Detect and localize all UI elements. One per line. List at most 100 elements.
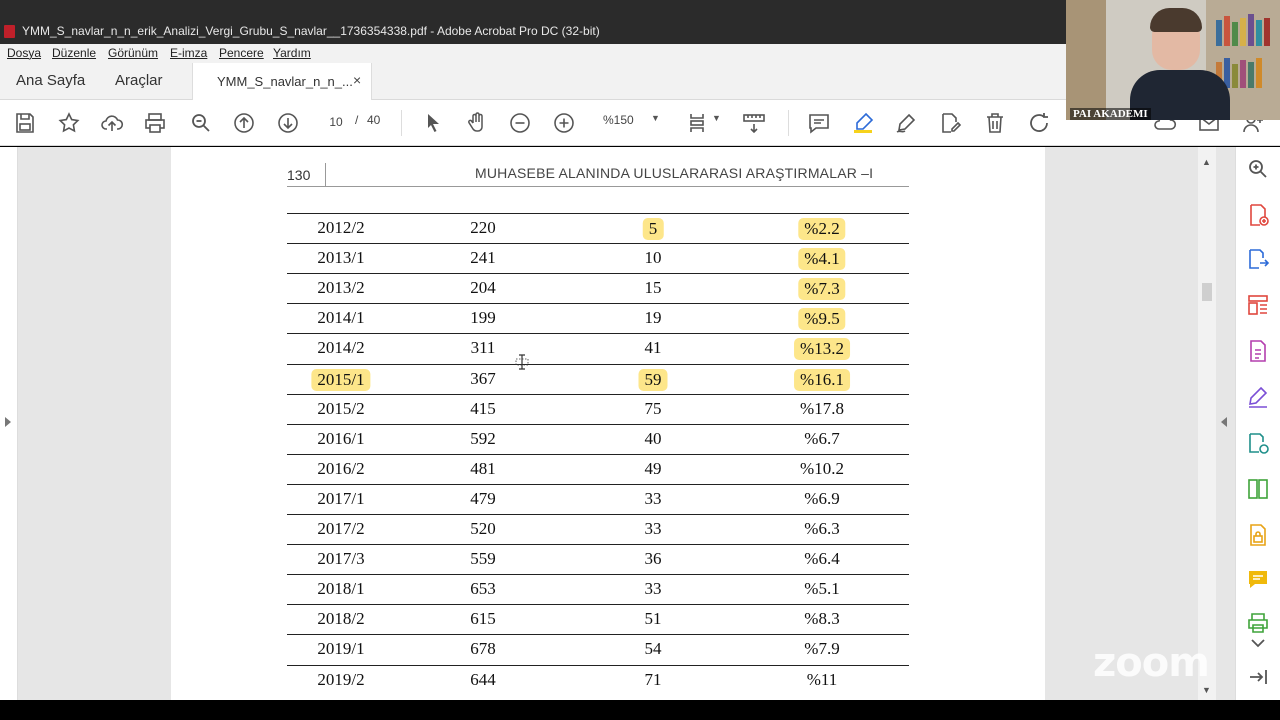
draw-icon[interactable] [893,110,919,136]
comment-tool-icon[interactable] [1246,567,1270,591]
measure-icon[interactable] [741,110,767,136]
table-cell-pct: %4.1 [798,248,846,271]
tab-home[interactable]: Ana Sayfa [16,72,85,89]
table-row: 2018/1 653 33 %5.1 [287,574,909,604]
table-cell-a: 311 [470,338,496,358]
page-up-icon[interactable] [231,110,257,136]
table-cell-a: 520 [470,519,496,538]
select-cursor-icon[interactable] [420,110,446,136]
table-cell-a: 615 [470,609,496,629]
collapse-pane-icon[interactable] [1246,665,1270,689]
print-icon[interactable] [142,110,168,136]
create-pdf-icon[interactable] [1246,203,1270,227]
table-cell-period: 2018/1 [317,579,365,599]
layout-dropdown-icon[interactable]: ▼ [712,113,721,123]
menu-pencere[interactable]: Pencere [219,46,264,60]
page-separator: / [355,113,359,127]
menu-gorunum[interactable]: Görünüm [108,46,158,60]
table-cell-period: 2017/2 [317,519,365,538]
menu-yardim[interactable]: Yardım [273,46,311,60]
table-row: 2014/1 199 19 %9.5 [287,303,909,333]
menu-e-imza[interactable]: E-imza [170,46,207,60]
right-tools-pane [1235,147,1280,700]
search-tool-icon[interactable] [1246,157,1270,181]
table-cell-pct: %6.4 [804,549,840,569]
table-cell-period: 2018/2 [317,609,365,629]
menu-duzenle[interactable]: Düzenle [52,46,96,60]
collapse-right-panel-icon[interactable] [1221,417,1227,427]
table-row: 2015/2 415 75 %17.8 [287,393,909,424]
pdf-file-icon [4,25,15,38]
highlight-icon[interactable] [850,110,876,136]
table-row: 2016/1 592 40 %6.7 [287,423,909,454]
more-tools-icon[interactable] [1246,631,1270,648]
upload-icon[interactable] [99,110,125,136]
zoom-out-icon[interactable] [507,110,533,136]
table-cell-pct: %2.2 [798,218,846,240]
star-icon[interactable] [56,110,82,136]
fill-sign-icon[interactable] [1246,385,1270,409]
menu-dosya[interactable]: Dosya [7,46,41,60]
table-row: 2019/1 678 54 %7.9 [287,634,909,664]
compare-files-icon[interactable] [1246,477,1270,501]
zoom-dropdown-icon[interactable]: ▼ [651,113,660,123]
table-cell-pct: %5.1 [804,579,840,599]
search-icon[interactable] [188,110,214,136]
window-title: YMM_S_navlar_n_n_erik_Analizi_Vergi_Grub… [22,24,600,38]
pdf-page[interactable]: 130 MUHASEBE ALANINDA ULUSLARARASI ARAŞT… [171,147,1045,700]
table-cell-period: 2019/1 [317,639,365,659]
organize-pages-icon[interactable] [1246,293,1270,317]
export-pdf-icon[interactable] [1246,247,1270,271]
table-cell-a: 644 [470,669,496,689]
save-icon[interactable] [12,110,38,136]
table-cell-period: 2013/1 [317,248,365,268]
table-cell-b: 33 [644,579,662,599]
table-row: 2014/2 311 41 %13.2 [287,333,909,363]
table-cell-a: 481 [470,458,496,478]
table-cell-period: 2014/1 [317,308,365,328]
zoom-watermark: zoom [1093,640,1210,686]
table-row: 2017/3 559 36 %6.4 [287,544,909,574]
tab-document-label: YMM_S_navlar_n_n_... [217,74,353,89]
participant-name: PAI AKADEMI [1070,108,1151,120]
tab-document[interactable]: YMM_S_navlar_n_n_... × [192,63,372,100]
expand-left-panel-icon[interactable] [5,417,11,427]
table-cell-period: 2015/1 [311,368,371,391]
send-review-icon[interactable] [1246,431,1270,455]
table-cell-period: 2012/2 [317,218,365,237]
table-cell-b: 49 [644,458,662,478]
close-tab-icon[interactable]: × [353,72,361,88]
table-cell-period: 2014/2 [317,338,365,358]
left-panel-toggle[interactable] [0,147,18,700]
edit-pdf-icon[interactable] [1246,339,1270,363]
scroll-down-icon[interactable]: ▼ [1202,685,1211,695]
current-page-field[interactable]: 10 [322,112,350,132]
scroll-up-icon[interactable]: ▲ [1202,157,1211,167]
comment-icon[interactable] [806,110,832,136]
table-cell-period: 2017/1 [317,488,365,508]
table-cell-b: 15 [644,278,662,298]
zoom-in-icon[interactable] [551,110,577,136]
table-row: 2013/1 241 10 %4.1 [287,243,909,273]
zoom-level[interactable]: %150 [603,113,634,127]
table-cell-b: 40 [644,428,662,448]
tab-tools[interactable]: Araçlar [115,72,163,89]
table-cell-a: 592 [470,428,496,448]
scroll-thumb[interactable] [1202,283,1212,301]
page-number: 130 [287,167,311,183]
page-down-icon[interactable] [275,110,301,136]
table-cell-period: 2013/2 [317,278,365,298]
hand-icon[interactable] [464,110,490,136]
running-head: MUHASEBE ALANINDA ULUSLARARASI ARAŞTIRMA… [475,165,874,181]
table-row: 2013/2 204 15 %7.3 [287,273,909,303]
delete-icon[interactable] [982,110,1008,136]
page-layout-icon[interactable] [686,110,712,136]
edit-icon[interactable] [937,110,963,136]
protect-icon[interactable] [1246,523,1270,547]
table-row: 2017/2 520 33 %6.3 [287,514,909,544]
table-cell-b: 5 [642,218,664,240]
toolbar-divider [401,110,402,136]
participant-video: PAI AKADEMI [1066,0,1280,120]
rotate-icon[interactable] [1026,110,1052,136]
vertical-scrollbar[interactable]: ▲ ▼ [1198,147,1216,700]
